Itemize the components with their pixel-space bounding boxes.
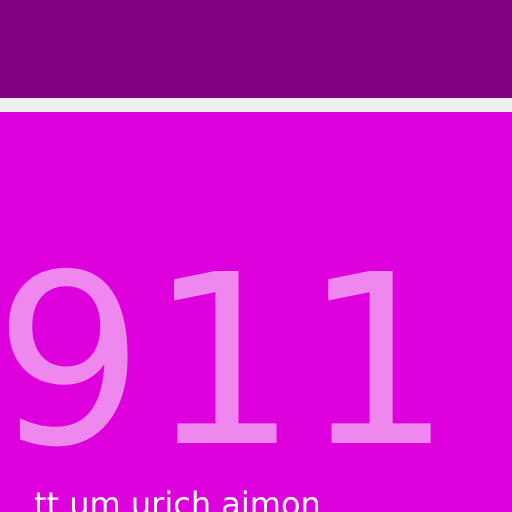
divider bbox=[0, 98, 512, 112]
live-tile[interactable]: 911 tt um urich aimon bbox=[0, 112, 512, 512]
top-bar bbox=[0, 0, 512, 98]
tile-caption: tt um urich aimon bbox=[34, 485, 321, 512]
tile-number: 911 bbox=[0, 224, 457, 499]
